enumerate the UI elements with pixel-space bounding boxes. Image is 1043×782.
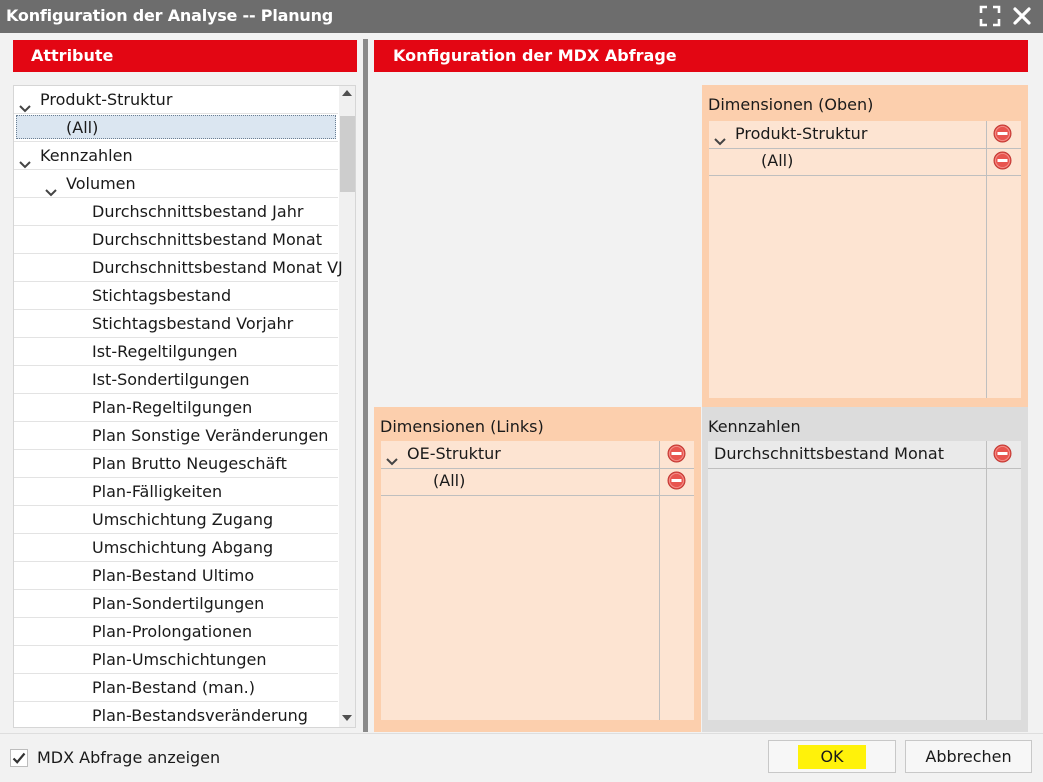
dim_top-item[interactable]: Produkt-Struktur <box>709 121 1021 148</box>
tree-item[interactable]: Plan-Fälligkeiten <box>14 478 338 506</box>
chevron-down-icon[interactable] <box>386 449 398 466</box>
tree-item-label: Plan-Regeltilgungen <box>92 398 253 417</box>
remove-icon[interactable] <box>993 124 1012 143</box>
tree-item-label: Umschichtung Abgang <box>92 538 274 557</box>
tree-item-label: Plan Sonstige Veränderungen <box>92 426 329 445</box>
tree-item[interactable]: Plan-Sondertilgungen <box>14 590 338 618</box>
tree-item[interactable]: Umschichtung Abgang <box>14 534 338 562</box>
tree-item[interactable]: Plan-Bestand (man.) <box>14 674 338 702</box>
attribute-panel-header: Attribute <box>13 40 357 72</box>
dialog-footer: MDX Abfrage anzeigen OK Abbrechen <box>0 733 1043 782</box>
chevron-down-icon[interactable] <box>714 129 726 146</box>
tree-item-label: Plan-Umschichtungen <box>92 650 267 669</box>
dimensions-left-list[interactable]: OE-Struktur (All) <box>381 441 694 720</box>
dialog-content: Attribute Produkt-Struktur (All) Kennzahle… <box>0 33 1043 733</box>
cancel-button[interactable]: Abbrechen <box>905 740 1032 773</box>
kennzahlen-zone[interactable]: Kennzahlen Durchschnittsbestand Monat <box>702 407 1028 732</box>
tree-item[interactable]: Durchschnittsbestand Monat VJ <box>14 254 343 282</box>
remove-icon[interactable] <box>667 471 686 490</box>
dimensions-left-zone[interactable]: Dimensionen (Links) OE-Struktur (All) <box>374 407 701 732</box>
scroll-thumb[interactable] <box>340 116 355 192</box>
attribute-tree[interactable]: Produkt-Struktur (All) Kennzahlen Volumen Du… <box>13 85 356 728</box>
kennzahlen-item-label: Durchschnittsbestand Monat <box>714 444 944 463</box>
tree-item[interactable]: Plan-Prolongationen <box>14 618 338 646</box>
tree-item[interactable]: Plan Brutto Neugeschäft <box>14 450 338 478</box>
tree-item[interactable]: Volumen <box>14 170 338 198</box>
dimensions-left-title: Dimensionen (Links) <box>380 417 544 436</box>
maximize-icon[interactable] <box>978 4 1002 28</box>
tree-item-label: Volumen <box>66 174 136 193</box>
kennzahlen-item[interactable]: Durchschnittsbestand Monat <box>708 441 1021 468</box>
selection-highlight <box>16 115 336 139</box>
kennzahlen-title: Kennzahlen <box>708 417 801 436</box>
tree-item-label: Plan-Fälligkeiten <box>92 482 223 501</box>
row-divider <box>708 468 1021 469</box>
tree-item-label: Kennzahlen <box>40 146 133 165</box>
dim_left-item-label: OE-Struktur <box>407 444 501 463</box>
checkmark-icon <box>12 752 26 764</box>
show-mdx-checkbox[interactable] <box>10 749 28 767</box>
tree-item-label: Plan-Sondertilgungen <box>92 594 265 613</box>
tree-item[interactable]: Umschichtung Zugang <box>14 506 338 534</box>
tree-item[interactable]: Durchschnittsbestand Jahr <box>14 198 338 226</box>
tree-item[interactable]: (All) <box>14 114 338 142</box>
tree-item-label: Stichtagsbestand <box>92 286 232 305</box>
title-bar: Konfiguration der Analyse -- Planung <box>0 0 1043 33</box>
tree-item-label: Stichtagsbestand Vorjahr <box>92 314 294 333</box>
dimensions-top-zone[interactable]: Dimensionen (Oben) Produkt-Struktur (All) <box>702 85 1028 407</box>
tree-item-label: Ist-Regeltilgungen <box>92 342 238 361</box>
mdx-config-header: Konfiguration der MDX Abfrage <box>374 40 1028 72</box>
ok-button-label: OK <box>798 745 866 769</box>
window-title: Konfiguration der Analyse -- Planung <box>6 6 334 25</box>
ok-button[interactable]: OK <box>768 740 896 773</box>
dim_left-item[interactable]: OE-Struktur <box>381 441 694 468</box>
tree-item[interactable]: Ist-Sondertilgungen <box>14 366 338 394</box>
tree-item-label: Durchschnittsbestand Jahr <box>92 202 304 221</box>
dim_left-item-label: (All) <box>433 471 466 490</box>
chevron-down-icon[interactable] <box>19 95 31 113</box>
dimensions-top-list[interactable]: Produkt-Struktur (All) <box>709 121 1021 398</box>
tree-item[interactable]: Ist-Regeltilgungen <box>14 338 338 366</box>
tree-item[interactable]: Plan-Regeltilgungen <box>14 394 338 422</box>
tree-item-label: Plan-Bestandsveränderung <box>92 706 308 725</box>
tree-item-label: Plan Brutto Neugeschäft <box>92 454 287 473</box>
tree-scrollbar[interactable] <box>339 86 355 727</box>
tree-item-label: Plan-Bestand (man.) <box>92 678 255 697</box>
tree-item[interactable]: Plan-Umschichtungen <box>14 646 338 674</box>
tree-item-label: Produkt-Struktur <box>40 90 173 109</box>
tree-item-label: Umschichtung Zugang <box>92 510 274 529</box>
tree-item[interactable]: Plan Sonstige Veränderungen <box>14 422 338 450</box>
row-divider <box>709 175 1021 176</box>
tree-item[interactable]: Produkt-Struktur <box>14 86 338 114</box>
tree-item-label: Durchschnittsbestand Monat <box>92 230 322 249</box>
tree-item-label: Durchschnittsbestand Monat VJ <box>92 258 343 277</box>
dim_left-item[interactable]: (All) <box>381 468 694 495</box>
tree-item-label: Ist-Sondertilgungen <box>92 370 250 389</box>
remove-icon[interactable] <box>993 444 1012 463</box>
remove-icon[interactable] <box>667 444 686 463</box>
panel-splitter[interactable] <box>363 39 368 732</box>
chevron-down-icon[interactable] <box>19 151 31 169</box>
remove-icon[interactable] <box>993 151 1012 170</box>
kennzahlen-list[interactable]: Durchschnittsbestand Monat <box>708 441 1021 720</box>
tree-item-label: (All) <box>66 118 99 137</box>
tree-item[interactable]: Stichtagsbestand <box>14 282 338 310</box>
scroll-up-arrow-icon[interactable] <box>342 90 352 96</box>
chevron-down-icon[interactable] <box>45 179 57 197</box>
close-icon[interactable] <box>1010 4 1034 28</box>
tree-item[interactable]: Stichtagsbestand Vorjahr <box>14 310 338 338</box>
tree-item-label: Plan-Bestand Ultimo <box>92 566 255 585</box>
tree-item[interactable]: Durchschnittsbestand Monat <box>14 226 338 254</box>
tree-item-label: Plan-Prolongationen <box>92 622 253 641</box>
tree-item[interactable]: Plan-Bestand Ultimo <box>14 562 338 590</box>
tree-item[interactable]: Plan-Bestandsveränderung <box>14 702 338 727</box>
dim_top-item-label: Produkt-Struktur <box>735 124 868 143</box>
tree-item[interactable]: Kennzahlen <box>14 142 338 170</box>
dimensions-top-title: Dimensionen (Oben) <box>708 95 874 114</box>
dim_top-item-label: (All) <box>761 151 794 170</box>
show-mdx-label[interactable]: MDX Abfrage anzeigen <box>37 748 220 767</box>
row-divider <box>381 495 694 496</box>
dim_top-item[interactable]: (All) <box>709 148 1021 175</box>
scroll-down-arrow-icon[interactable] <box>342 715 352 721</box>
